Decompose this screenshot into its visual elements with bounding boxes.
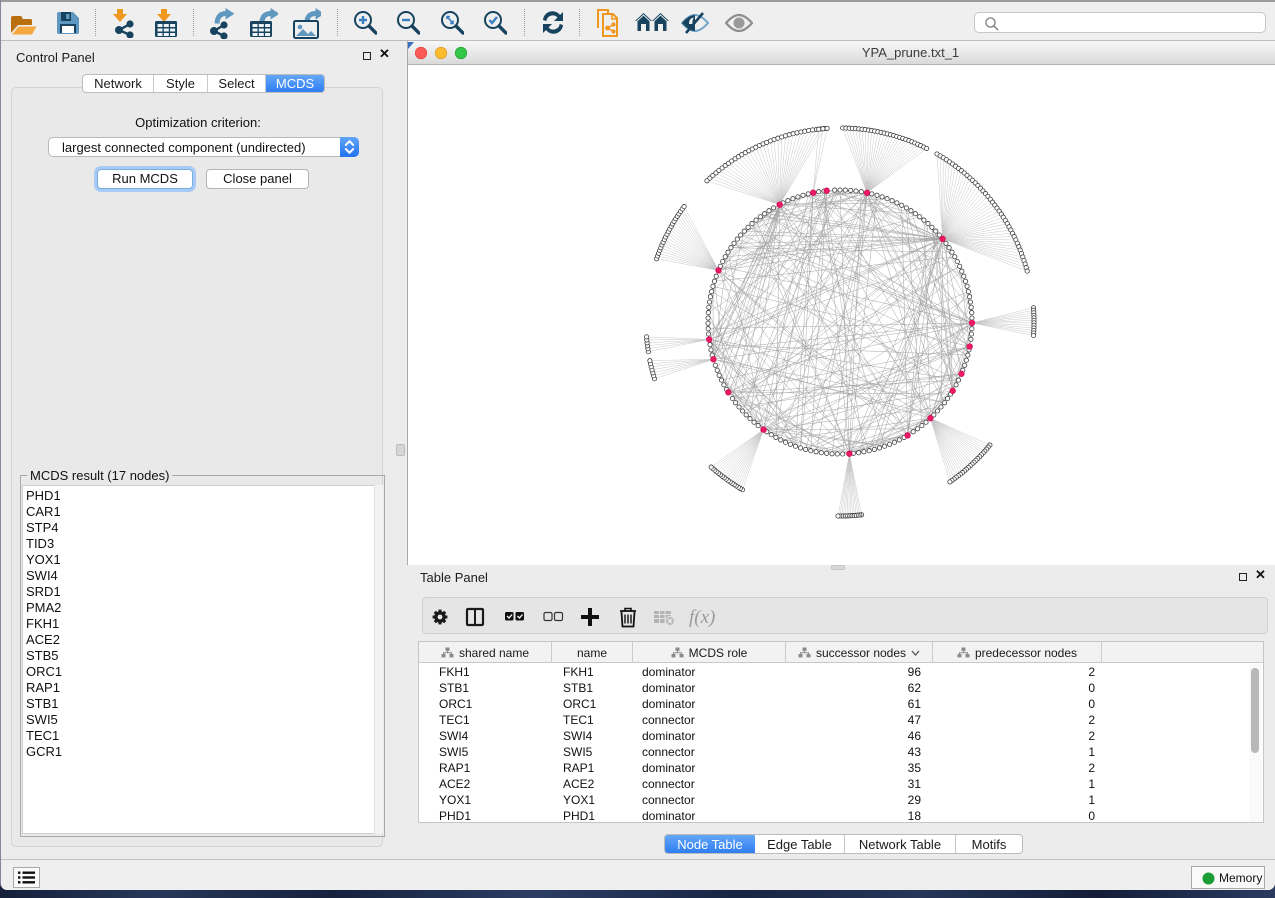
- svg-text:f(x): f(x): [689, 607, 715, 628]
